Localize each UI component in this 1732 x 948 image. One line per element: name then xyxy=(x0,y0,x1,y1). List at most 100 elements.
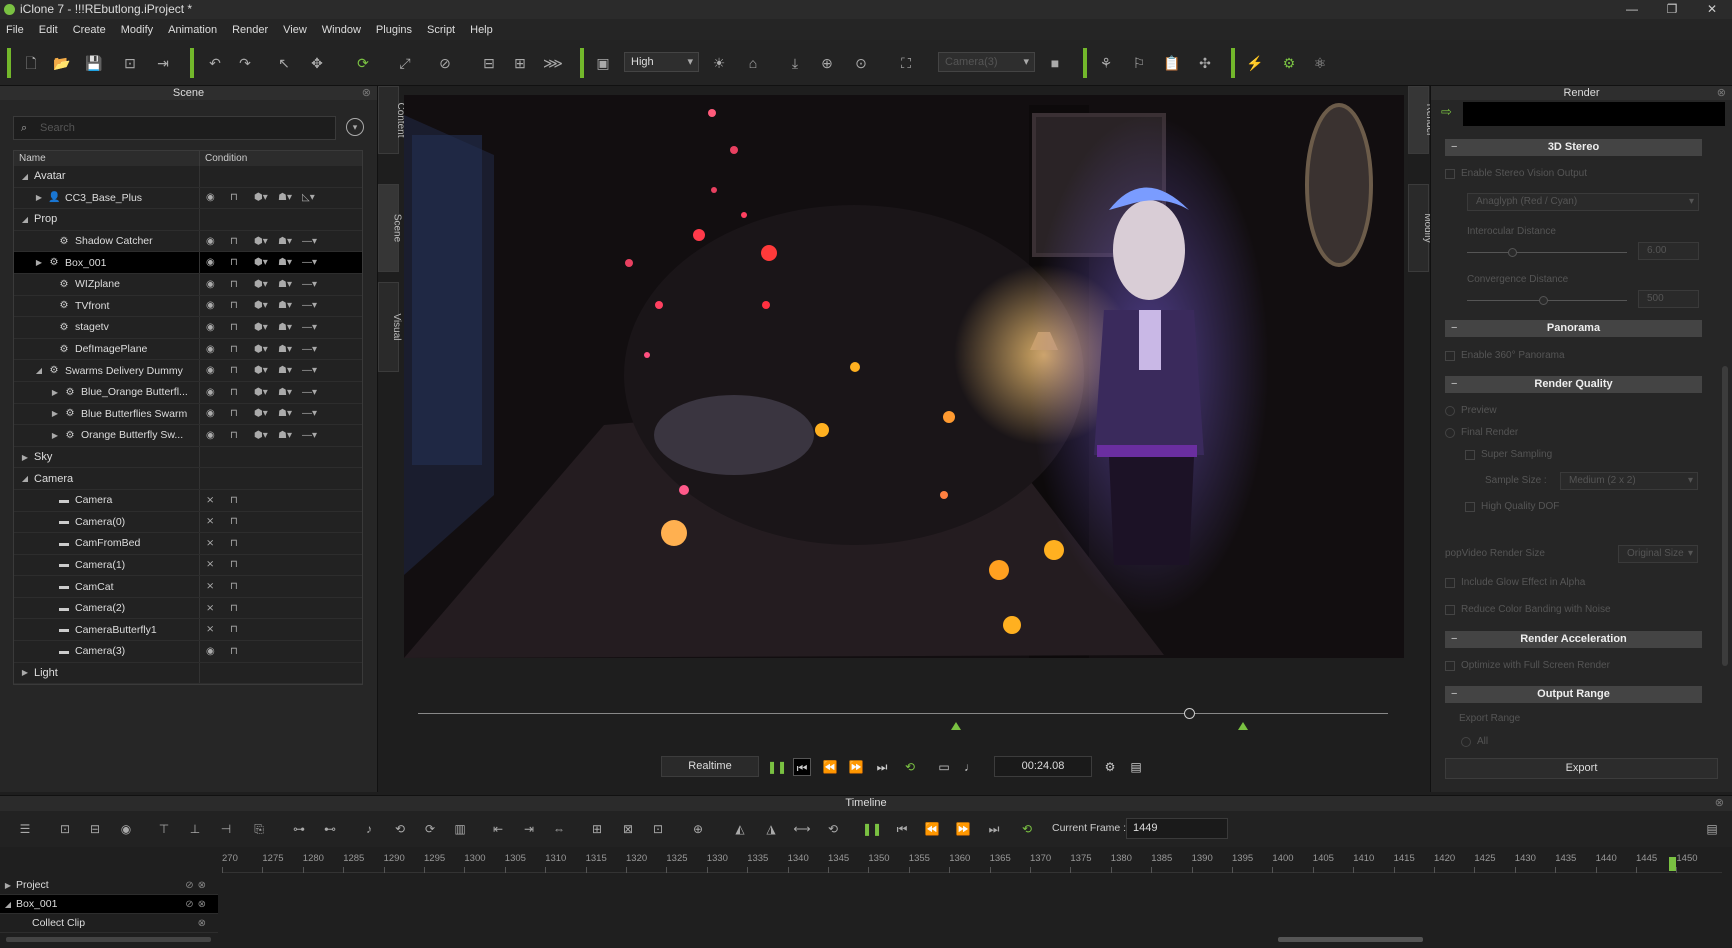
expand-icon[interactable]: ▶ xyxy=(50,388,60,397)
scene-group-row[interactable]: ◢ Prop xyxy=(14,209,362,231)
clipboard-icon[interactable]: 📋 xyxy=(1163,54,1181,72)
collapse-icon[interactable]: ◢ xyxy=(0,900,16,909)
final-render-radio[interactable]: Final Render xyxy=(1445,427,1518,438)
collision-icon[interactable]: ☗▾ xyxy=(278,300,302,311)
home-icon[interactable]: ⌂ xyxy=(744,54,762,72)
range-end-marker[interactable] xyxy=(1238,722,1248,730)
scene-item-row[interactable]: ◢ ⚙ Swarms Delivery Dummy ◉ ⊓ ⬢▾ ☗▾ —▾ xyxy=(14,360,362,382)
camera-icon[interactable]: ■ xyxy=(1046,54,1064,72)
visibility-icon[interactable]: ◉ xyxy=(206,387,230,398)
menu-view[interactable]: View xyxy=(283,24,307,36)
shadow-icon[interactable]: ⬢▾ xyxy=(254,257,278,268)
network-icon[interactable]: ⚛ xyxy=(1311,54,1329,72)
close-icon[interactable]: ⊗ xyxy=(1715,796,1724,811)
align-right-icon[interactable]: ⇥ xyxy=(520,820,538,838)
fit-icon[interactable]: ⇔ xyxy=(550,820,568,838)
scene-item-row[interactable]: ⚙ TVfront ◉ ⊓ ⬢▾ ☗▾ —▾ xyxy=(14,295,362,318)
more-icon[interactable]: —▾ xyxy=(302,365,326,376)
lock-icon[interactable]: ⊓ xyxy=(230,495,254,506)
scrub-track[interactable] xyxy=(418,713,1388,714)
collision-icon[interactable]: ☗▾ xyxy=(278,192,302,203)
expand-icon[interactable]: ▶ xyxy=(20,453,30,462)
blend-icon[interactable]: ⊷ xyxy=(321,820,339,838)
expand-icon[interactable]: ▶ xyxy=(34,193,44,202)
collapse-icon[interactable]: ◢ xyxy=(20,215,30,224)
stereo-mode-dropdown[interactable]: Anaglyph (Red / Cyan) ▾ xyxy=(1467,193,1699,211)
track-close-icon[interactable]: ⊗ xyxy=(198,918,210,929)
visibility-icon[interactable]: ◉ xyxy=(206,279,230,290)
range-start-marker[interactable] xyxy=(951,722,961,730)
visibility-icon[interactable]: ◉ xyxy=(206,300,230,311)
track-controls-icon[interactable]: ⊘⊗ xyxy=(185,899,210,910)
scene-item-row[interactable]: ⚙ stagetv ◉ ⊓ ⬢▾ ☗▾ —▾ xyxy=(14,317,362,339)
merge-icon[interactable]: ⊡ xyxy=(649,820,667,838)
collision-icon[interactable]: ☗▾ xyxy=(278,257,302,268)
tab-visual[interactable]: Visual xyxy=(378,282,402,372)
visibility-icon[interactable]: ◉ xyxy=(206,322,230,333)
timeline-loop-icon[interactable]: ⟲ xyxy=(1018,820,1036,838)
render-output-icon[interactable]: ⇨ xyxy=(1441,104,1457,120)
close-icon[interactable]: ⊗ xyxy=(1717,86,1726,100)
expand-icon[interactable]: ▶ xyxy=(50,409,60,418)
scene-item-row[interactable]: ▶ ⚙ Box_001 ◉ ⊓ ⬢▾ ☗▾ —▾ xyxy=(14,252,362,274)
convergence-value-field[interactable]: 500 xyxy=(1638,290,1699,308)
menu-window[interactable]: Window xyxy=(322,24,361,36)
previous-frame-icon[interactable]: ⏪ xyxy=(821,758,839,776)
scene-item-row[interactable]: ⚙ Shadow Catcher ◉ ⊓ ⬢▾ ☗▾ —▾ xyxy=(14,230,362,253)
visibility-icon[interactable]: ◉ xyxy=(206,408,230,419)
track-project[interactable]: ▶ Project ⊘⊗ xyxy=(0,876,218,895)
visibility-icon[interactable]: ⨯ xyxy=(206,624,230,635)
reduce-banding-checkbox[interactable]: Reduce Color Banding with Noise xyxy=(1445,604,1611,615)
speed-icon[interactable]: ⟳ xyxy=(421,820,439,838)
section-output-range[interactable]: − Output Range xyxy=(1445,686,1702,703)
go-to-start-icon[interactable]: ⏮ xyxy=(793,758,811,776)
light-icon[interactable]: ☀ xyxy=(710,54,728,72)
collision-icon[interactable]: ☗▾ xyxy=(278,387,302,398)
next-frame-icon[interactable]: ⏩ xyxy=(847,758,865,776)
lock-icon[interactable]: ⊓ xyxy=(230,538,254,549)
lock-icon[interactable]: ⊓ xyxy=(230,365,254,376)
timeline-go-end-icon[interactable]: ⏭ xyxy=(985,820,1003,838)
camera-dropdown[interactable]: Camera(3) ▾ xyxy=(938,52,1035,72)
timeline-prev-icon[interactable]: ⏪ xyxy=(923,820,941,838)
visibility-icon[interactable]: ◉ xyxy=(206,236,230,247)
menu-edit[interactable]: Edit xyxy=(39,24,58,36)
collision-icon[interactable]: ☗▾ xyxy=(278,279,302,290)
mirror-icon[interactable]: ◮ xyxy=(762,820,780,838)
track-collect-clip[interactable]: Collect Clip ⊗ xyxy=(0,914,218,933)
visibility-icon[interactable]: ⨯ xyxy=(206,538,230,549)
undo-icon[interactable]: ↶ xyxy=(206,54,224,72)
scene-item-row[interactable]: ▬ Camera ⨯ ⊓ xyxy=(14,489,362,512)
settings-gear-icon[interactable]: ⚙ xyxy=(1101,758,1119,776)
scene-item-row[interactable]: ▬ Camera(0) ⨯ ⊓ xyxy=(14,511,362,534)
lock-icon[interactable]: ⊓ xyxy=(230,236,254,247)
realtime-button[interactable]: Realtime xyxy=(661,756,759,777)
lock-icon[interactable]: ⊓ xyxy=(230,300,254,311)
scene-item-row[interactable]: ▶ ⚙ Blue_Orange Butterfl... ◉ ⊓ ⬢▾ ☗▾ —▾ xyxy=(14,381,362,404)
hq-dof-checkbox[interactable]: High Quality DOF xyxy=(1465,501,1559,512)
remove-key-icon[interactable]: ⊣ xyxy=(217,820,235,838)
track-list-scrollbar[interactable] xyxy=(6,937,211,942)
scene-item-row[interactable]: ▬ CameraButterfly1 ⨯ ⊓ xyxy=(14,619,362,642)
lock-icon[interactable]: ⊓ xyxy=(230,624,254,635)
transform-icon[interactable]: ⊘ xyxy=(436,54,454,72)
name-column-header[interactable]: Name xyxy=(14,151,200,166)
export-all-radio[interactable]: All xyxy=(1461,736,1488,747)
visibility-icon[interactable]: ⨯ xyxy=(206,516,230,527)
shadow-icon[interactable]: ⬢▾ xyxy=(254,387,278,398)
enable-stereo-checkbox[interactable]: Enable Stereo Vision Output xyxy=(1445,168,1587,179)
shadow-icon[interactable]: ⬢▾ xyxy=(254,408,278,419)
copy-icon[interactable]: ⎘ xyxy=(250,820,268,838)
timeline-horizontal-scrollbar[interactable] xyxy=(1278,937,1423,942)
loop-icon[interactable]: ⟲ xyxy=(901,758,919,776)
lock-icon[interactable]: ⊓ xyxy=(230,192,254,203)
menu-plugins[interactable]: Plugins xyxy=(376,24,412,36)
shadow-icon[interactable]: ⬢▾ xyxy=(254,322,278,333)
tab-render[interactable]: Render xyxy=(1408,86,1435,154)
lock-icon[interactable]: ⊓ xyxy=(230,581,254,592)
more-icon[interactable]: —▾ xyxy=(302,430,326,441)
frame-icon[interactable]: ⛶ xyxy=(897,54,915,72)
section-render-acceleration[interactable]: − Render Acceleration xyxy=(1445,631,1702,648)
clip-icon[interactable]: ⊟ xyxy=(86,820,104,838)
visibility-icon[interactable]: ◉ xyxy=(206,192,230,203)
